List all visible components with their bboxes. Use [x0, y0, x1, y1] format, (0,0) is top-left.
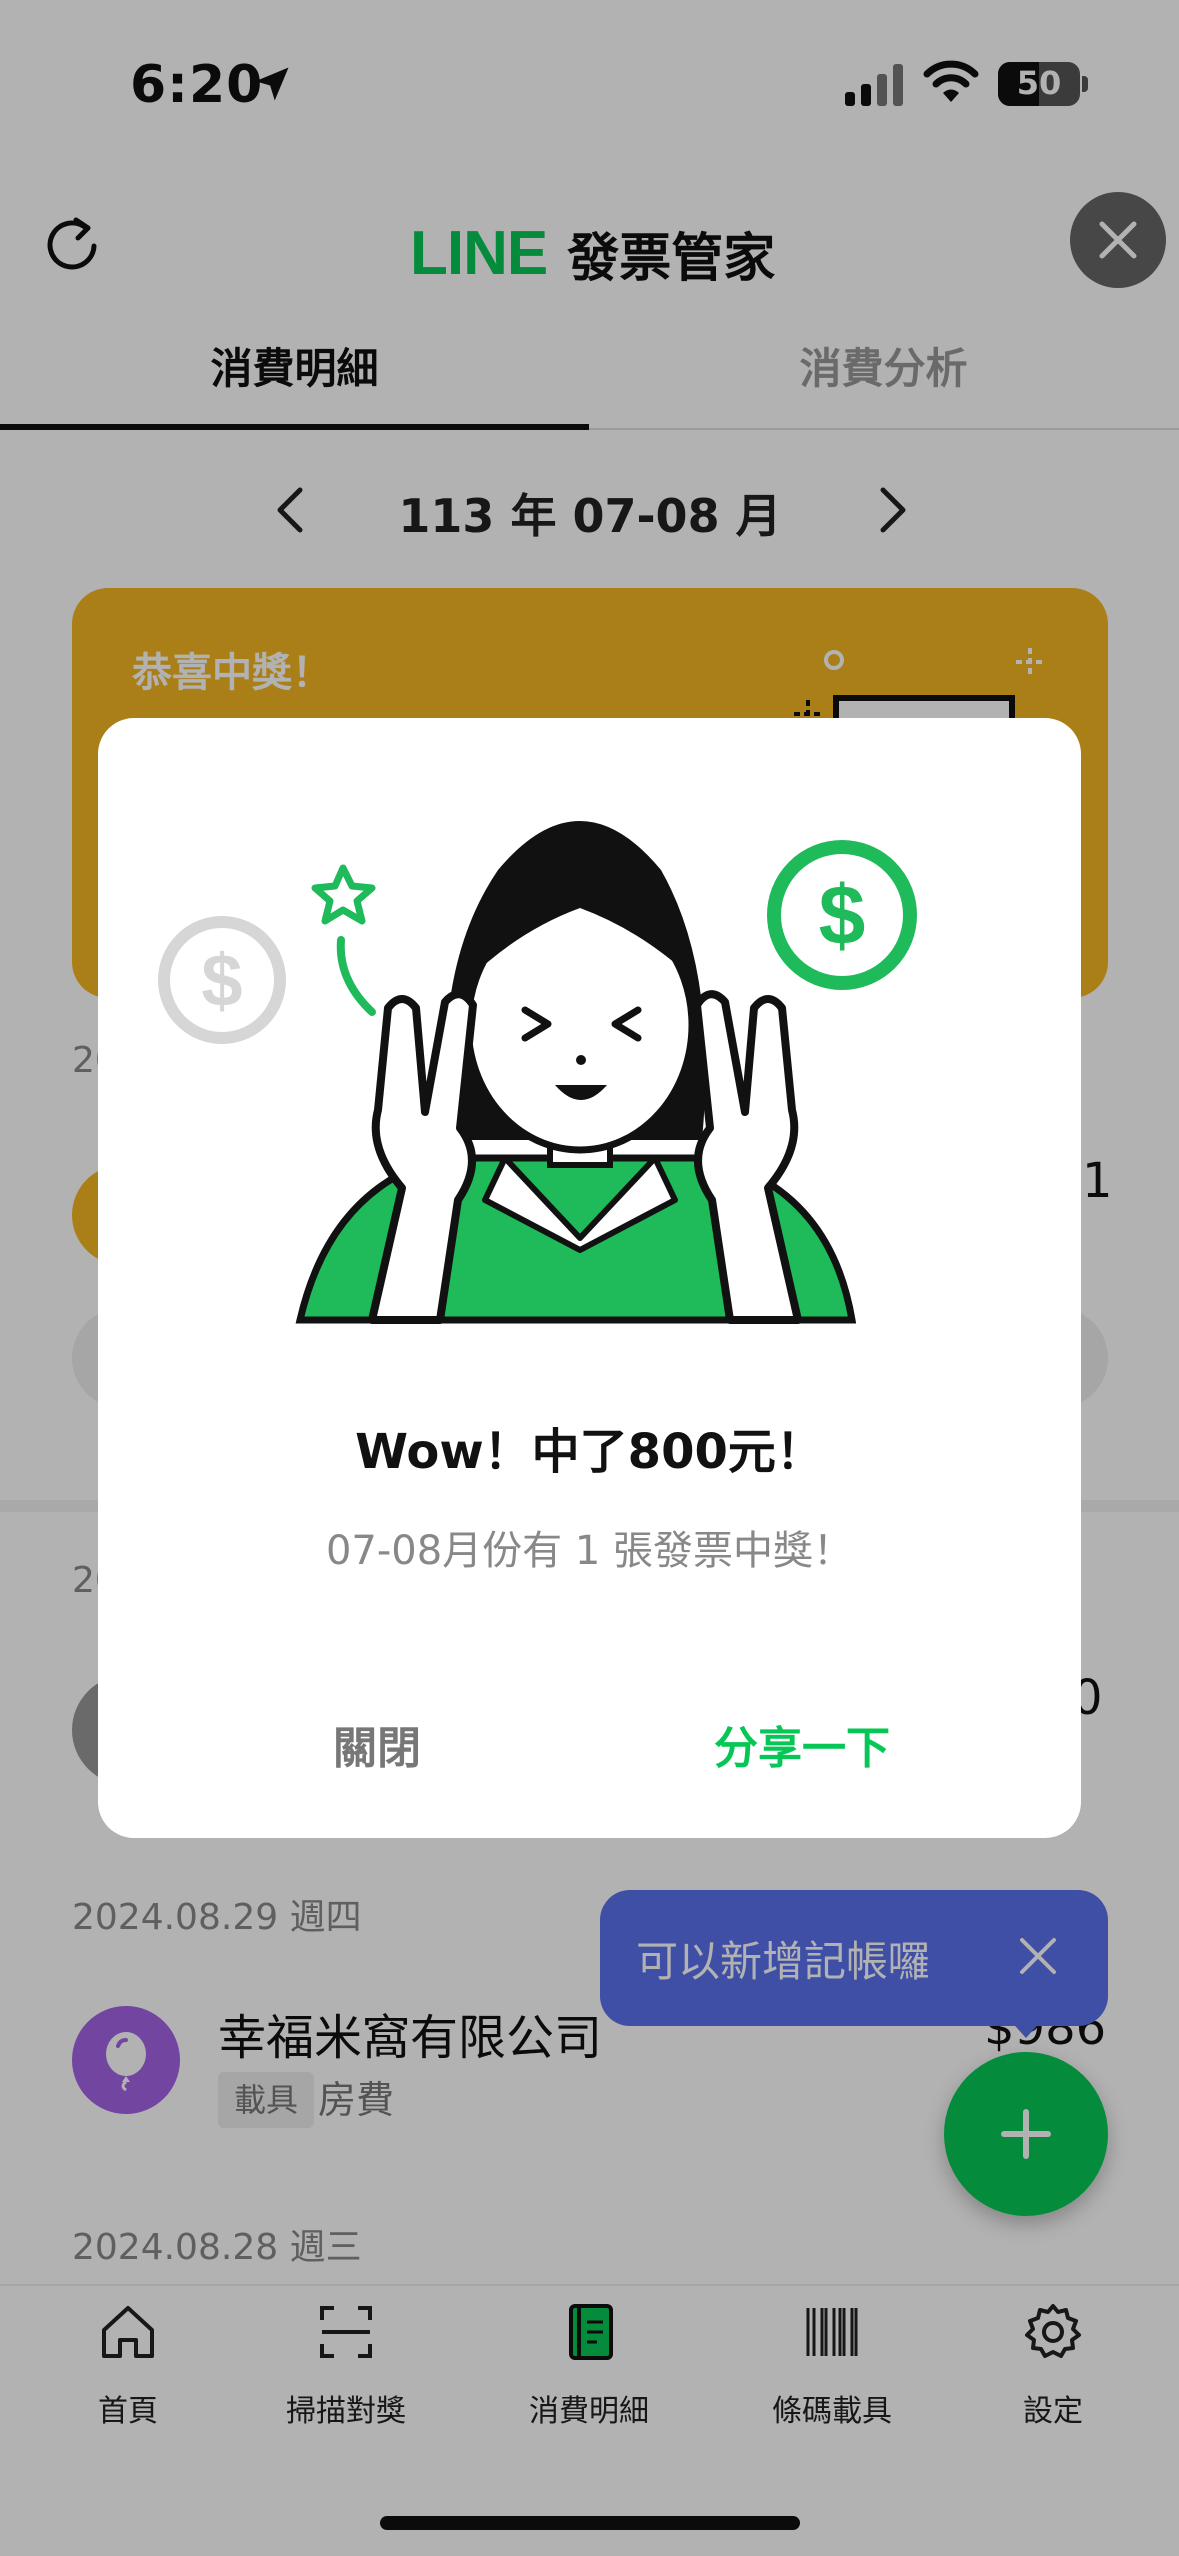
- coin-icon: $: [158, 916, 286, 1044]
- coin-icon: $: [767, 840, 917, 990]
- close-dialog-button[interactable]: 關閉: [135, 1712, 619, 1776]
- dialog-title: Wow！中了800元！: [355, 1424, 824, 1480]
- celebration-illustration: $ $: [158, 821, 917, 1324]
- svg-text:$: $: [201, 939, 242, 1022]
- svg-text:$: $: [819, 868, 866, 962]
- dialog-subtitle: 07-08月份有 1 張發票中獎！: [325, 1528, 854, 1574]
- share-button[interactable]: 分享一下: [560, 1712, 1044, 1776]
